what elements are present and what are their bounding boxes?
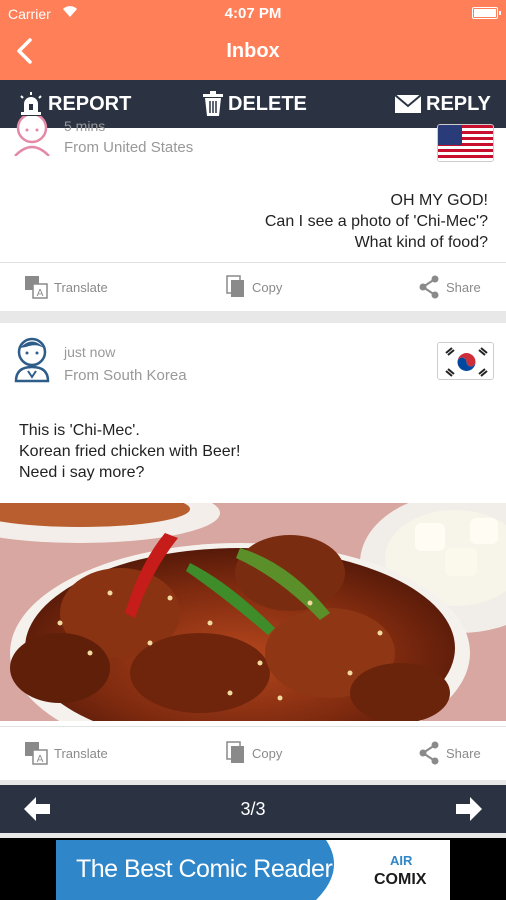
pager-bar: 3/3 — [0, 785, 506, 833]
top-bar: Carrier 4:07 PM Inbox — [0, 0, 506, 80]
message-origin: From South Korea — [64, 367, 187, 384]
page-title: Inbox — [226, 40, 280, 62]
siren-icon — [20, 92, 42, 115]
message-origin: From United States — [64, 139, 194, 156]
message-line: Need i say more? — [19, 464, 145, 481]
trash-icon — [203, 91, 223, 116]
share-icon — [419, 741, 439, 765]
reply-label: REPLY — [426, 92, 491, 115]
share-label: Share — [446, 745, 481, 761]
translate-button[interactable]: A Translate — [24, 729, 108, 777]
message-line: This is 'Chi-Mec'. — [19, 422, 140, 439]
navbar: Inbox — [0, 28, 506, 80]
message-line: Korean fried chicken with Beer! — [19, 443, 241, 460]
translate-icon: A — [25, 276, 48, 299]
copy-icon — [226, 741, 244, 763]
translate-label: Translate — [54, 745, 108, 761]
clock: 4:07 PM — [224, 5, 282, 22]
translate-label: Translate — [54, 279, 108, 295]
message-time: 5 mins — [64, 118, 106, 134]
battery-icon — [472, 7, 501, 19]
reply-button[interactable]: REPLY — [394, 80, 491, 128]
share-button[interactable]: Share — [418, 729, 481, 777]
ad-headline: The Best Comic Reader — [76, 855, 333, 883]
divider — [0, 726, 506, 727]
message-tools: A Translate Copy Share — [0, 263, 506, 311]
avatar — [12, 116, 52, 156]
copy-icon — [226, 275, 244, 297]
copy-label: Copy — [252, 745, 283, 761]
copy-label: Copy — [252, 279, 283, 295]
next-button[interactable] — [456, 797, 482, 826]
delete-button[interactable]: DELETE — [202, 80, 307, 128]
ad-link[interactable]: The Best Comic Reader AIR COMIX — [56, 840, 450, 900]
message-tools: A Translate Copy Share — [0, 729, 506, 777]
report-label: REPORT — [48, 92, 132, 115]
message-body: This is 'Chi-Mec'. Korean fried chicken … — [19, 420, 240, 483]
copy-button[interactable]: Copy — [226, 263, 282, 311]
svg-text:A: A — [37, 754, 44, 765]
share-icon — [419, 275, 439, 299]
status-bar: Carrier 4:07 PM — [0, 0, 506, 28]
food-photo[interactable] — [0, 503, 506, 721]
message-line: What kind of food? — [354, 234, 488, 251]
translate-button[interactable]: A Translate — [24, 263, 108, 311]
arrow-right-icon — [456, 797, 482, 821]
envelope-icon — [394, 94, 422, 113]
message-time: just now — [64, 344, 116, 360]
page-counter: 3/3 — [240, 799, 266, 819]
copy-button[interactable]: Copy — [226, 729, 282, 777]
ad-logo-top: AIR — [390, 853, 413, 868]
ad-logo: COMIX — [374, 871, 427, 888]
share-button[interactable]: Share — [418, 263, 481, 311]
ad-banner: The Best Comic Reader AIR COMIX — [0, 838, 506, 900]
message-line: Can I see a photo of 'Chi-Mec'? — [264, 213, 488, 230]
message-body: OH MY GOD! Can I see a photo of 'Chi-Mec… — [265, 190, 488, 253]
message-line: OH MY GOD! — [390, 192, 489, 209]
us-flag-icon — [437, 124, 494, 162]
kr-flag-icon — [437, 342, 494, 380]
message-card: 5 mins From United States OH MY GOD! Can… — [0, 116, 506, 311]
svg-text:A: A — [37, 288, 44, 299]
share-label: Share — [446, 279, 481, 295]
avatar — [12, 333, 52, 383]
translate-icon: A — [25, 742, 48, 765]
message-card: just now From South Korea This is 'Chi-M… — [0, 323, 506, 780]
delete-label: DELETE — [228, 92, 307, 115]
